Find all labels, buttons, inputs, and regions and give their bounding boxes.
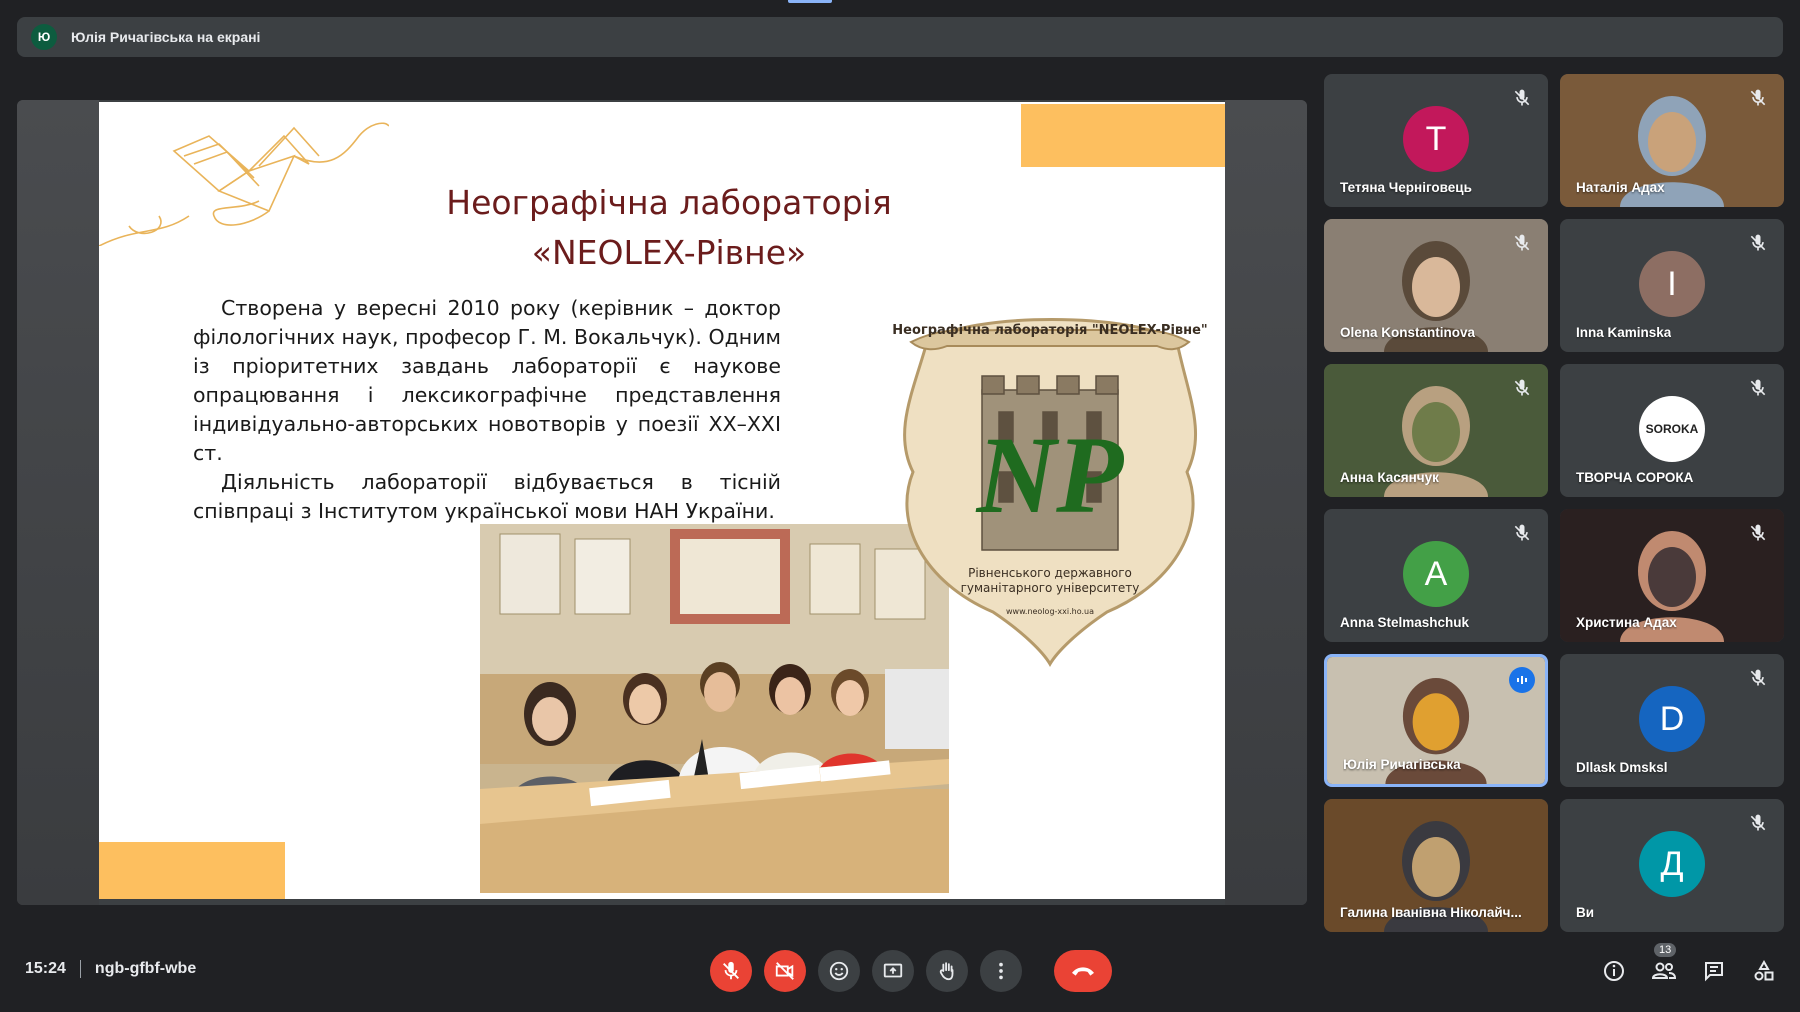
info-icon <box>1604 961 1624 981</box>
chat-button[interactable] <box>1698 955 1730 987</box>
stage-left-shade <box>17 100 99 905</box>
people-icon <box>1651 962 1677 979</box>
participant-name: Anna Stelmashchuk <box>1340 615 1470 630</box>
muted-mic-icon <box>1514 234 1530 251</box>
slide-body: Створена у вересні 2010 року (керівник –… <box>193 294 781 526</box>
slide-paragraph-1: Створена у вересні 2010 року (керівник –… <box>193 296 781 465</box>
emblem-monogram: NP <box>975 414 1124 536</box>
participant-name: Анна Касянчук <box>1340 470 1439 485</box>
meeting-info: 15:24 ngb-gfbf-wbe <box>25 960 196 978</box>
participant-tile[interactable]: Olena Konstantinova <box>1324 219 1548 352</box>
presenter-banner: Ю Юлія Ричагівська на екрані <box>17 17 1783 57</box>
participant-tile[interactable]: A Anna Stelmashchuk <box>1324 509 1548 642</box>
muted-mic-icon <box>1750 379 1766 396</box>
participant-logo: SOROKA <box>1639 396 1705 462</box>
participant-tile[interactable]: Д Ви <box>1560 799 1784 932</box>
emblem-caption-2: гуманітарного університету <box>961 581 1140 595</box>
activities-button[interactable] <box>1748 955 1780 987</box>
meeting-code: ngb-gfbf-wbe <box>94 960 197 977</box>
hang-up-icon <box>1072 967 1094 976</box>
book-illustration <box>99 122 389 246</box>
participant-tile[interactable]: Анна Касянчук <box>1324 364 1548 497</box>
stage-right-shade <box>1225 100 1307 905</box>
mic-off-icon <box>723 961 739 980</box>
participant-tile[interactable]: Юлія Ричагівська <box>1324 654 1548 787</box>
slide-paragraph-2: Діяльність лабораторії відбувається в ті… <box>193 470 781 523</box>
activities-icon <box>1754 959 1774 981</box>
leave-call-button[interactable] <box>1054 950 1112 992</box>
mic-toggle-button[interactable] <box>710 950 752 992</box>
muted-mic-icon <box>1514 89 1530 106</box>
muted-mic-icon <box>1514 379 1530 396</box>
participant-name: Olena Konstantinova <box>1340 325 1476 340</box>
side-panel-controls: 13 <box>1580 943 1780 987</box>
muted-mic-icon <box>1514 524 1530 541</box>
emblem-arc-text: Неографічна лабораторія "NEOLEX-Рівне" <box>892 323 1207 338</box>
hand-icon <box>939 962 954 981</box>
muted-mic-icon <box>1750 524 1766 541</box>
muted-mic-icon <box>1750 814 1766 831</box>
participant-tile[interactable]: D Dllask Dmsksl <box>1560 654 1784 787</box>
participant-tile[interactable]: SOROKA ТВОРЧА СОРОКА <box>1560 364 1784 497</box>
presentation-stage: Неографічна лабораторія «NEOLEX-Рівне» С… <box>17 100 1307 905</box>
participant-tile[interactable]: T Тетяна Черніговець <box>1324 74 1548 207</box>
reactions-button[interactable] <box>818 950 860 992</box>
participant-tile[interactable]: Христина Адах <box>1560 509 1784 642</box>
muted-mic-icon <box>1750 669 1766 686</box>
participant-name: Ви <box>1576 905 1595 920</box>
group-photo <box>480 524 949 893</box>
people-button[interactable]: 13 <box>1648 943 1680 987</box>
participant-name: Inna Kaminska <box>1576 325 1672 340</box>
slide-accent-top-right <box>1021 104 1225 167</box>
present-icon <box>883 963 903 978</box>
meeting-info-divider <box>79 960 81 978</box>
participant-name: ТВОРЧА СОРОКА <box>1576 470 1694 485</box>
participant-name: Юлія Ричагівська <box>1343 757 1461 772</box>
emoji-icon <box>829 961 849 981</box>
slide-accent-bottom-left <box>99 842 285 899</box>
slide-title-line2: «NEOLEX-Рівне» <box>531 233 807 272</box>
participant-name: Галина Іванівна Ніколайч... <box>1340 905 1522 920</box>
participants-count-badge: 13 <box>1654 943 1677 957</box>
presentation-slide: Неографічна лабораторія «NEOLEX-Рівне» С… <box>99 102 1225 899</box>
participant-tile[interactable]: Галина Іванівна Ніколайч... <box>1324 799 1548 932</box>
speaking-indicator-icon <box>1509 667 1535 693</box>
participant-name: Тетяна Черніговець <box>1340 180 1472 195</box>
meeting-time: 15:24 <box>25 960 66 977</box>
meeting-details-button[interactable] <box>1598 955 1630 987</box>
chat-icon <box>1705 962 1723 982</box>
camera-toggle-button[interactable] <box>764 950 806 992</box>
call-controls <box>710 950 1112 992</box>
participant-tile[interactable]: I Inna Kaminska <box>1560 219 1784 352</box>
presenter-avatar: Ю <box>31 24 57 50</box>
participant-name: Христина Адах <box>1576 615 1677 630</box>
participant-name: Наталія Адах <box>1576 180 1665 195</box>
muted-mic-icon <box>1750 234 1766 251</box>
muted-mic-icon <box>1750 89 1766 106</box>
raise-hand-button[interactable] <box>926 950 968 992</box>
present-screen-button[interactable] <box>872 950 914 992</box>
participant-avatar: T <box>1403 106 1469 172</box>
camera-off-icon <box>775 962 794 980</box>
bottom-bar: 15:24 ngb-gfbf-wbe 13 <box>0 935 1800 1007</box>
participant-avatar: I <box>1639 251 1705 317</box>
participant-tile[interactable]: Наталія Адах <box>1560 74 1784 207</box>
top-accent-bar <box>788 0 832 3</box>
slide-title-line1: Неографічна лабораторія <box>446 183 892 222</box>
presenter-label: Юлія Ричагівська на екрані <box>71 29 261 45</box>
more-vert-icon <box>999 962 1003 980</box>
participant-avatar: D <box>1639 686 1705 752</box>
slide-title: Неографічна лабораторія «NEOLEX-Рівне» <box>389 178 949 278</box>
emblem-url: www.neolog-xxi.ho.ua <box>1006 607 1094 616</box>
participant-name: Dllask Dmsksl <box>1576 760 1668 775</box>
emblem-caption-1: Рівненського державного <box>968 566 1132 580</box>
neolex-emblem: NP Неографічна лабораторія "NEOLEX-Рівне… <box>892 318 1208 667</box>
more-options-button[interactable] <box>980 950 1022 992</box>
participant-avatar: A <box>1403 541 1469 607</box>
participant-avatar: Д <box>1639 831 1705 897</box>
